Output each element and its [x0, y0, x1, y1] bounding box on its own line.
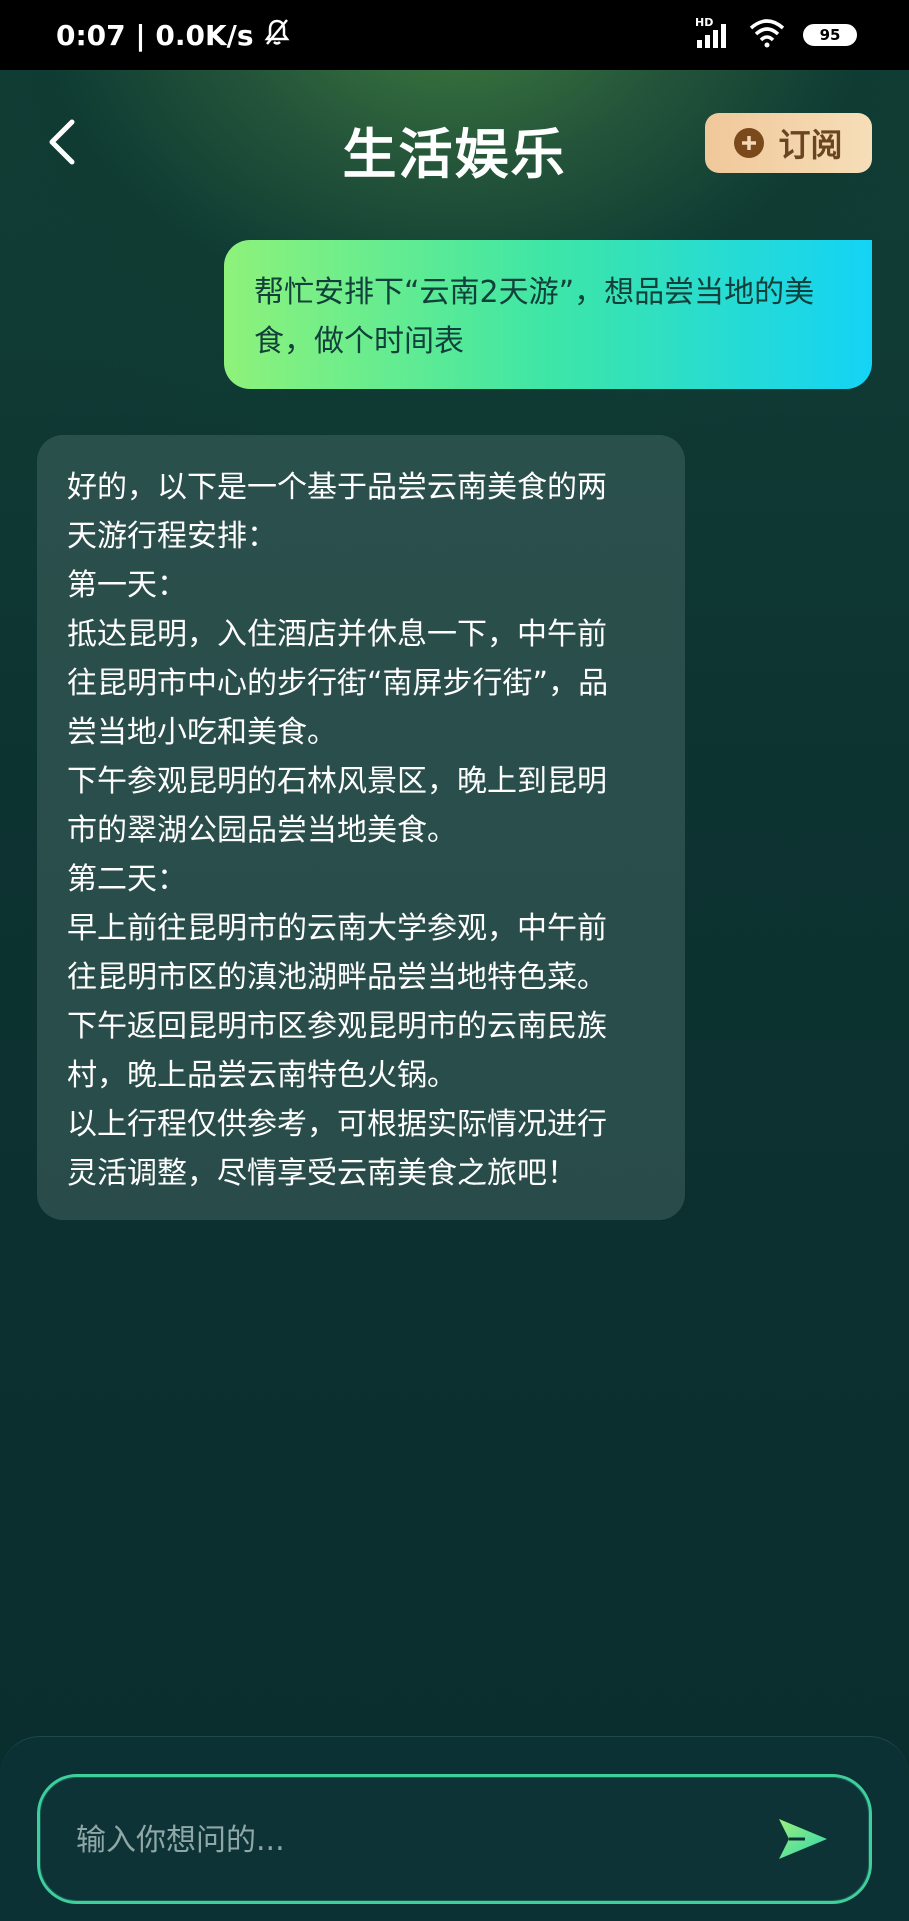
bot-message-line: 下午参观昆明的石林风景区，晚上到昆明 [67, 764, 607, 799]
bot-message-line: 第一天： [67, 568, 187, 603]
bot-message-line: 好的，以下是一个基于品尝云南美食的两 [67, 470, 607, 505]
bot-message-line: 市的翠湖公园品尝当地美食。 [67, 813, 457, 848]
bot-message-line: 尝当地小吃和美食。 [67, 715, 337, 750]
status-left: 0:07 | 0.0K/s [56, 18, 290, 53]
bot-message-line: 第二天： [67, 862, 187, 897]
battery-indicator: 95 [803, 24, 857, 46]
header: 生活娱乐 订阅 [0, 70, 909, 218]
wifi-icon [749, 18, 785, 52]
bot-message-line: 天游行程安排： [67, 519, 277, 554]
subscribe-label: 订阅 [778, 126, 843, 164]
send-button[interactable] [775, 1813, 831, 1865]
bot-message-line: 往昆明市区的滇池湖畔品尝当地特色菜。 [67, 960, 607, 995]
user-message-bubble: 帮忙安排下“云南2天游”，想品尝当地的美食，做个时间表 [224, 240, 872, 389]
bot-message-bubble: 好的，以下是一个基于品尝云南美食的两 天游行程安排： 第一天： 抵达昆明，入住酒… [37, 435, 685, 1220]
signal-icon: HD [695, 16, 731, 50]
plus-circle-icon [734, 128, 765, 158]
status-time-speed: 0:07 | 0.0K/s [56, 18, 254, 52]
message-input[interactable] [74, 1777, 738, 1903]
bot-message-line: 往昆明市中心的步行街“南屏步行街”，品 [67, 666, 609, 701]
input-panel [0, 1736, 909, 1921]
bot-message-line: 村，晚上品尝云南特色火锅。 [67, 1058, 457, 1093]
status-bar: 0:07 | 0.0K/s HD 95 [0, 0, 909, 70]
status-right: HD 95 [695, 16, 857, 52]
bot-message-line: 下午返回昆明市区参观昆明市的云南民族 [67, 1009, 607, 1044]
send-icon [779, 1819, 827, 1859]
mute-bell-icon [264, 18, 290, 53]
message-input-box [37, 1774, 872, 1904]
bot-message-line: 抵达昆明，入住酒店并休息一下，中午前 [67, 617, 607, 652]
subscribe-button[interactable]: 订阅 [705, 113, 872, 173]
bot-message-line: 早上前往昆明市的云南大学参观，中午前 [67, 911, 607, 946]
bot-message-line: 灵活调整，尽情享受云南美食之旅吧！ [67, 1156, 577, 1191]
bot-message-line: 以上行程仅供参考，可根据实际情况进行 [67, 1107, 607, 1142]
